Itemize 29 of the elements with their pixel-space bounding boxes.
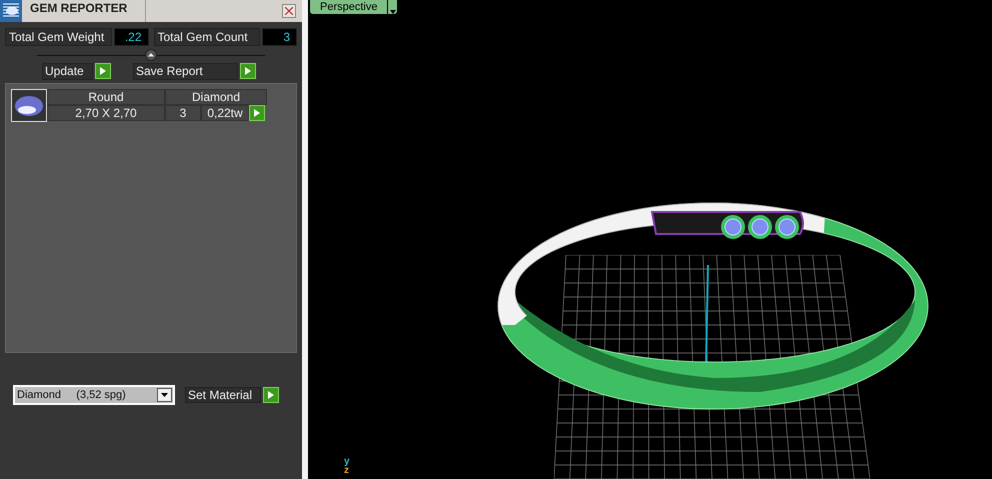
total-value: 3 [262, 28, 297, 46]
gem-icon [14, 94, 44, 118]
close-icon [285, 7, 293, 15]
splitter-handle[interactable] [145, 49, 157, 61]
axis-label: y [344, 457, 350, 466]
table-cell: Diamond [165, 89, 267, 105]
view-tab[interactable]: Perspective [310, 0, 388, 14]
close-button[interactable] [282, 4, 296, 18]
table-cell: 3 [165, 105, 201, 121]
play-icon[interactable] [240, 63, 256, 79]
window-title: GEM REPORTER [30, 0, 146, 22]
save-report-button[interactable]: Save Report [133, 63, 238, 80]
caret-icon[interactable] [387, 0, 398, 14]
update-button[interactable]: Update [42, 63, 93, 80]
total-label: Total Gem Weight [5, 28, 112, 46]
set-material-button[interactable]: Set Material [185, 387, 261, 403]
app-icon [0, 0, 22, 22]
table-cell: Round [47, 89, 165, 105]
total-label: Total Gem Count [154, 28, 260, 46]
play-icon[interactable] [263, 387, 279, 403]
total-value: .22 [114, 28, 148, 46]
material-dropdown[interactable]: Diamond (3,52 spg) [13, 385, 175, 405]
play-icon[interactable] [95, 63, 111, 79]
play-icon[interactable] [249, 105, 265, 121]
table-cell: 0,22tw [201, 105, 249, 121]
caret-icon [161, 393, 168, 397]
table-cell: 2,70 X 2,70 [47, 105, 165, 121]
dropdown-button[interactable] [157, 388, 172, 402]
axis-label: z [344, 466, 349, 475]
